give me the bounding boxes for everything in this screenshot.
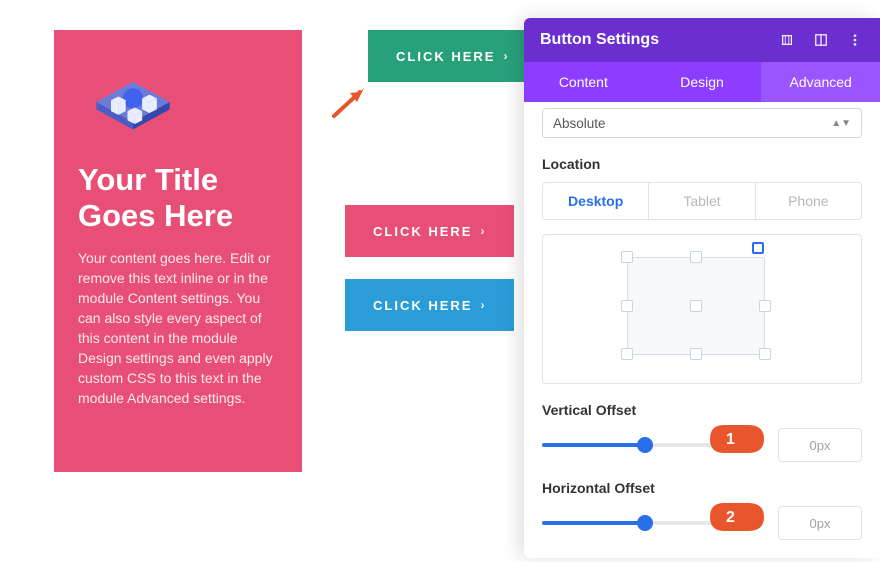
panel-body: Absolute ▲▼ Location Desktop Tablet Phon… (524, 102, 880, 558)
isometric-svg (78, 60, 188, 144)
select-chevron-icon: ▲▼ (831, 118, 851, 129)
content-card: Your Title Goes Here Your content goes h… (54, 30, 302, 472)
horizontal-offset-label: Horizontal Offset (542, 480, 862, 496)
anchor-mid-left[interactable] (621, 300, 633, 312)
card-body: Your content goes here. Edit or remove t… (78, 248, 278, 408)
horizontal-offset-row: 2 0px (542, 506, 862, 540)
vertical-offset-value[interactable]: 0px (778, 428, 862, 462)
vertical-offset-slider[interactable] (542, 435, 762, 455)
panel-header-icons (778, 31, 864, 49)
location-inner (627, 257, 765, 355)
z-index-label: Z Index (542, 556, 862, 558)
vertical-offset-row: 1 0px (542, 428, 862, 462)
slider-thumb[interactable] (637, 437, 653, 453)
anchor-bot-right[interactable] (759, 348, 771, 360)
device-tablet[interactable]: Tablet (648, 183, 754, 219)
location-picker[interactable] (542, 234, 862, 384)
chevron-right-icon: › (480, 298, 486, 312)
card-title: Your Title Goes Here (78, 162, 278, 234)
button-blue[interactable]: CLICK HERE › (345, 279, 514, 331)
chevron-right-icon: › (480, 224, 486, 238)
anchor-top-center[interactable] (690, 251, 702, 263)
isometric-illustration (78, 60, 188, 144)
button-green-label: CLICK HERE (396, 49, 495, 64)
tab-content[interactable]: Content (524, 62, 643, 102)
panel-header: Button Settings (524, 18, 880, 62)
kebab-menu-icon[interactable] (846, 31, 864, 49)
device-toggle: Desktop Tablet Phone (542, 182, 862, 220)
chevron-right-icon: › (503, 49, 509, 63)
anchor-top-left[interactable] (621, 251, 633, 263)
slider-thumb[interactable] (637, 515, 653, 531)
annotation-arrow-icon (330, 82, 370, 122)
expand-icon[interactable] (778, 31, 796, 49)
device-phone[interactable]: Phone (755, 183, 861, 219)
layout-icon[interactable] (812, 31, 830, 49)
panel-tabs: Content Design Advanced (524, 62, 880, 102)
button-blue-label: CLICK HERE (373, 298, 472, 313)
position-select[interactable]: Absolute ▲▼ (542, 108, 862, 138)
anchor-top-right-selected[interactable] (752, 242, 764, 254)
anchor-mid-right[interactable] (759, 300, 771, 312)
anchor-bot-center[interactable] (690, 348, 702, 360)
horizontal-offset-value[interactable]: 0px (778, 506, 862, 540)
settings-panel: Button Settings Content Design Advanced … (524, 18, 880, 558)
tab-design[interactable]: Design (643, 62, 762, 102)
device-desktop[interactable]: Desktop (543, 183, 648, 219)
horizontal-offset-slider[interactable] (542, 513, 762, 533)
button-pink[interactable]: CLICK HERE › (345, 205, 514, 257)
button-green[interactable]: CLICK HERE › (368, 30, 537, 82)
button-pink-label: CLICK HERE (373, 224, 472, 239)
tab-advanced[interactable]: Advanced (761, 62, 880, 102)
anchor-mid-center[interactable] (690, 300, 702, 312)
panel-title: Button Settings (540, 31, 659, 49)
location-label: Location (542, 156, 862, 172)
anchor-bot-left[interactable] (621, 348, 633, 360)
vertical-offset-label: Vertical Offset (542, 402, 862, 418)
position-select-value: Absolute (553, 116, 606, 131)
